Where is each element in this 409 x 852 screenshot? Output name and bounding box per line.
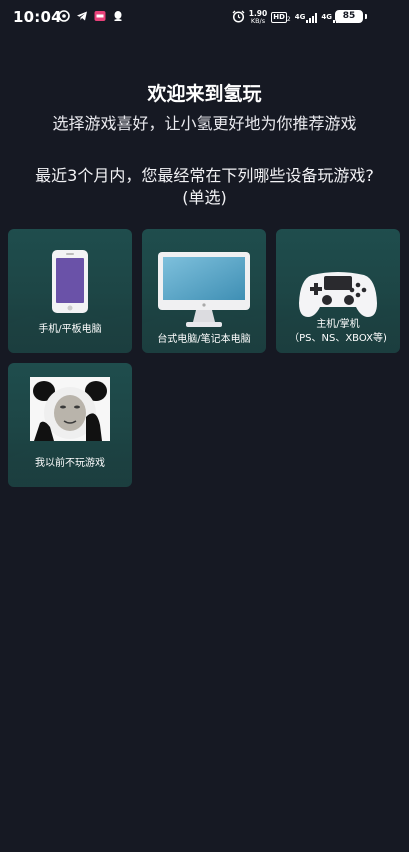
option-phone-tablet[interactable]: 手机/平板电脑 [8,229,132,353]
monitor-icon [158,252,250,332]
gamepad-icon [298,269,378,323]
battery-cap [365,14,367,19]
c-circle-icon [58,10,70,22]
option-label: 主机/掌机 [316,319,360,330]
option-desktop-laptop[interactable]: 台式电脑/笔记本电脑 [142,229,266,353]
question-line-2: (单选) [182,188,227,207]
page-title: 欢迎来到氢玩 [147,83,262,105]
option-label: 我以前不玩游戏 [35,458,105,469]
qq-icon [112,10,124,22]
alarm-icon [232,8,245,27]
option-label-sub: （PS、NS、XBOX等) [289,333,387,344]
phone-icon [52,250,88,317]
notification-icons [58,10,124,22]
hd-badge: HD [271,12,287,23]
option-label: 手机/平板电脑 [38,324,102,335]
option-label: 台式电脑/笔记本电脑 [157,334,251,345]
signal-1: 4G [294,12,318,23]
net-speed: 1.90 KB/s [249,10,268,25]
signal-1-label: 4G [294,12,306,21]
telegram-icon [76,10,88,22]
option-never-played[interactable]: 我以前不玩游戏 [8,363,132,487]
question-text: 最近3个月内，您最经常在下列哪些设备玩游戏? (单选) [14,165,395,209]
status-bar: 10:04 1.90 KB/s HD 2 4G 4G 85 [0,0,409,34]
net-speed-unit: KB/s [250,17,266,26]
option-console-handheld[interactable]: 主机/掌机 （PS、NS、XBOX等) [276,229,400,353]
app-badge-icon [94,10,106,22]
signal-bars-icon [306,12,318,23]
status-time: 10:04 [13,8,62,26]
signal-2-label: 4G [321,12,332,21]
battery-icon: 85 [335,10,363,23]
meme-panda-icon [30,377,110,445]
question-line-1: 最近3个月内，您最经常在下列哪些设备玩游戏? [35,166,374,185]
page-subtitle: 选择游戏喜好，让小氢更好地为你推荐游戏 [52,114,357,133]
hd-sub: 2 [286,16,291,23]
